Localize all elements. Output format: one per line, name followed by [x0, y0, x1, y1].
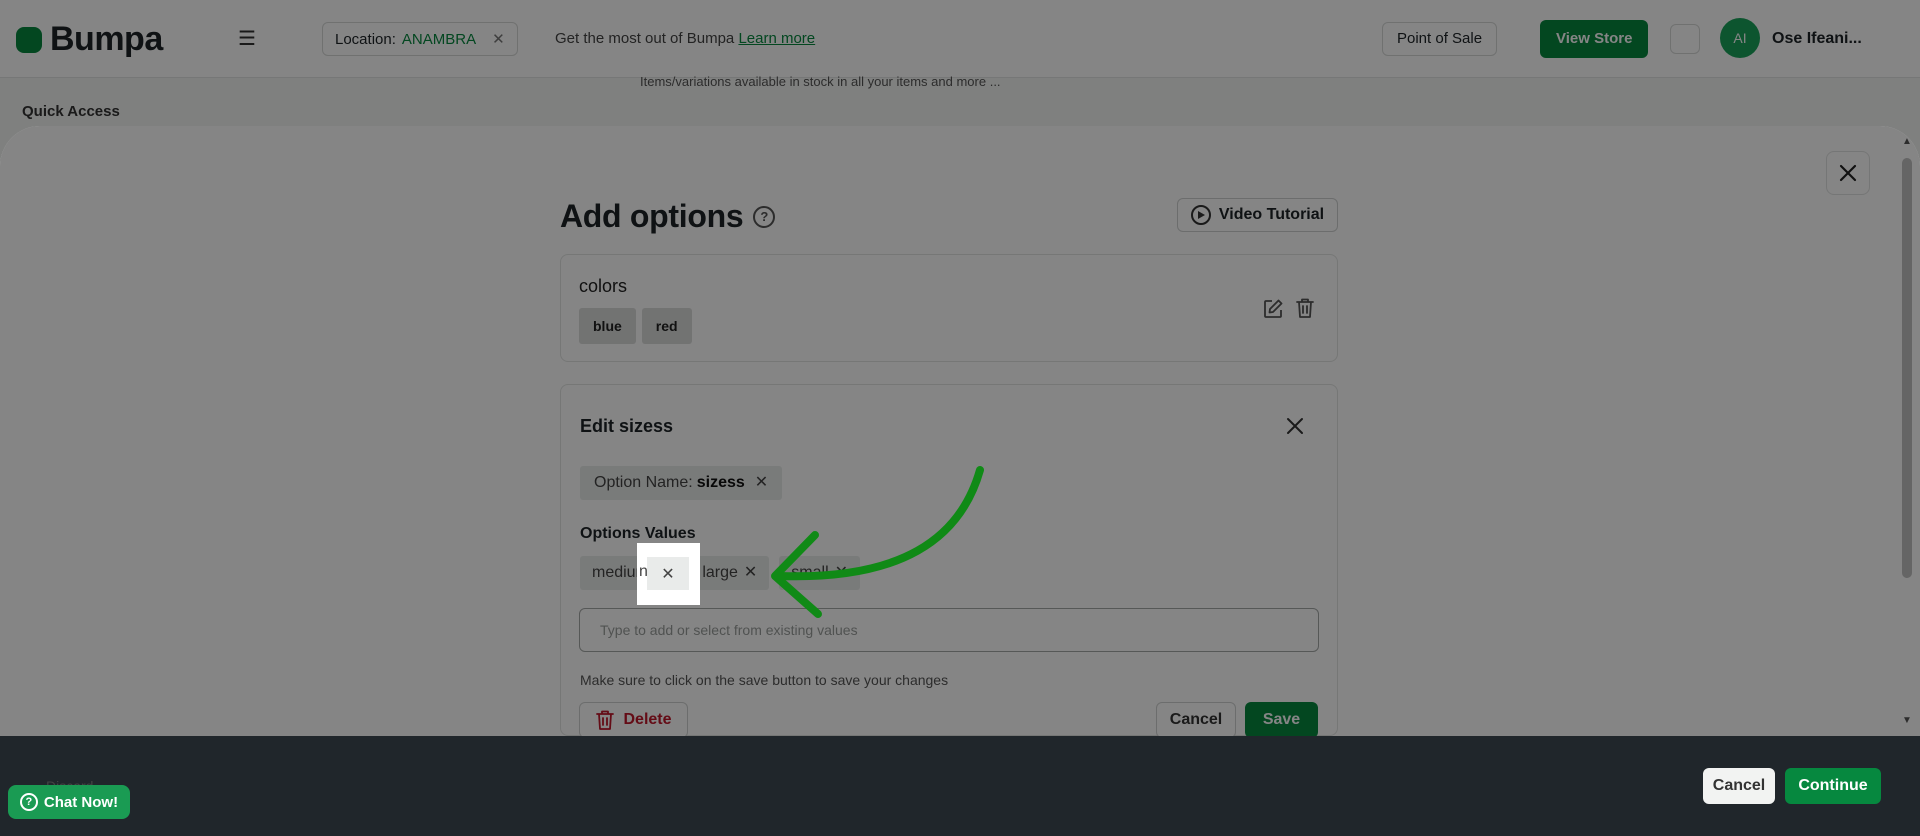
modal-footer [0, 736, 1920, 836]
footer-cancel-button[interactable]: Cancel [1703, 768, 1775, 804]
chat-now-label: Chat Now! [43, 793, 119, 811]
remove-medium-button[interactable]: ✕ [647, 557, 689, 590]
chat-now-button[interactable]: ? Chat Now! [8, 785, 130, 819]
remove-icon: ✕ [661, 565, 675, 583]
spotlight-dim [0, 126, 1920, 736]
footer-continue-button[interactable]: Continue [1785, 768, 1881, 804]
help-icon: ? [19, 793, 38, 811]
